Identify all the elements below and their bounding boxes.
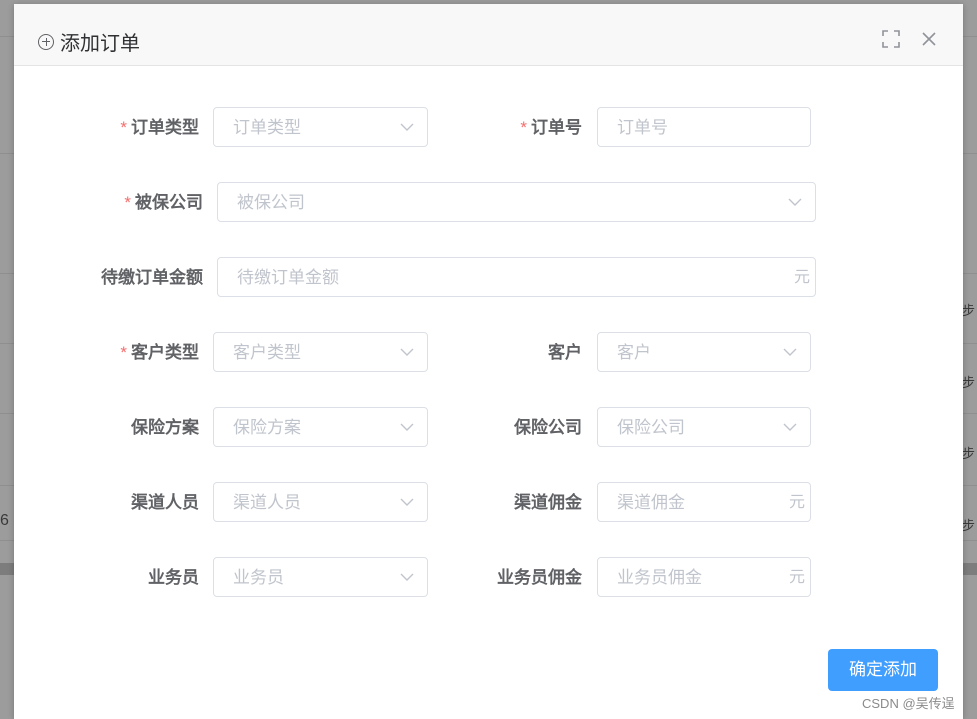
chevron-down-icon	[788, 198, 802, 206]
bg-cell-text: 6	[0, 512, 9, 529]
salesperson-commission-label: 业务员佣金	[497, 568, 582, 587]
pending-amount-label: 待缴订单金额	[101, 268, 203, 287]
pending-amount-input[interactable]: 待缴订单金额 元	[217, 257, 816, 297]
required-star: *	[520, 118, 527, 137]
customer-select[interactable]: 客户	[597, 332, 811, 372]
customer-type-label-text: 客户类型	[131, 343, 199, 362]
order-no-label: * 订单号	[520, 107, 582, 149]
required-star: *	[120, 343, 127, 362]
insurance-company-select[interactable]: 保险公司	[597, 407, 811, 447]
circle-plus-icon	[38, 33, 54, 50]
order-no-placeholder: 订单号	[617, 118, 668, 137]
chevron-down-icon	[400, 498, 414, 506]
order-type-select[interactable]: 订单类型	[213, 107, 428, 147]
dialog-title: 添加订单	[38, 27, 140, 56]
channel-person-placeholder: 渠道人员	[233, 493, 301, 512]
bg-cell-text: 步	[961, 303, 975, 318]
chevron-down-icon	[783, 423, 797, 431]
chevron-down-icon	[400, 423, 414, 431]
pending-amount-placeholder: 待缴订单金额	[237, 268, 339, 287]
chevron-down-icon	[400, 123, 414, 131]
customer-label: 客户	[548, 343, 582, 362]
channel-person-label: 渠道人员	[131, 493, 199, 512]
salesperson-placeholder: 业务员	[233, 568, 284, 587]
insurance-plan-select[interactable]: 保险方案	[213, 407, 428, 447]
insurance-company-label: 保险公司	[514, 418, 582, 437]
salesperson-select[interactable]: 业务员	[213, 557, 428, 597]
customer-type-label: * 客户类型	[120, 332, 199, 374]
fullscreen-icon[interactable]	[882, 30, 900, 48]
add-order-dialog: 添加订单 * 订单类型 订单类型 * 订单号 订单号 * 被保公司 被保公司 待缴订单…	[14, 4, 963, 719]
chevron-down-icon	[400, 348, 414, 356]
currency-suffix: 元	[793, 269, 810, 286]
watermark: CSDN @吴传逞	[862, 696, 955, 711]
insurance-company-placeholder: 保险公司	[617, 418, 685, 437]
order-type-placeholder: 订单类型	[233, 118, 301, 137]
insured-company-select[interactable]: 被保公司	[217, 182, 816, 222]
required-star: *	[124, 193, 131, 212]
channel-commission-placeholder: 渠道佣金	[617, 493, 685, 512]
insured-company-label-text: 被保公司	[135, 193, 203, 212]
order-type-label-text: 订单类型	[131, 118, 199, 137]
bg-cell-text: 步	[961, 518, 975, 533]
salesperson-label: 业务员	[148, 568, 199, 587]
close-icon[interactable]	[920, 30, 938, 48]
channel-person-select[interactable]: 渠道人员	[213, 482, 428, 522]
currency-suffix: 元	[788, 569, 805, 586]
salesperson-commission-input[interactable]: 业务员佣金 元	[597, 557, 811, 597]
order-no-input[interactable]: 订单号	[597, 107, 811, 147]
insured-company-label: * 被保公司	[124, 182, 203, 224]
customer-placeholder: 客户	[617, 343, 651, 362]
dialog-title-text: 添加订单	[60, 33, 140, 55]
customer-type-placeholder: 客户类型	[233, 343, 301, 362]
insured-company-placeholder: 被保公司	[237, 193, 305, 212]
bg-cell-text: 步	[961, 375, 975, 390]
salesperson-commission-placeholder: 业务员佣金	[617, 568, 702, 587]
chevron-down-icon	[400, 573, 414, 581]
bg-cell-text: 步	[961, 446, 975, 461]
customer-type-select[interactable]: 客户类型	[213, 332, 428, 372]
insurance-plan-placeholder: 保险方案	[233, 418, 301, 437]
confirm-add-button[interactable]: 确定添加	[828, 649, 938, 691]
order-type-label: * 订单类型	[120, 107, 199, 149]
channel-commission-input[interactable]: 渠道佣金 元	[597, 482, 811, 522]
currency-suffix: 元	[788, 494, 805, 511]
insurance-plan-label: 保险方案	[131, 418, 199, 437]
order-no-label-text: 订单号	[531, 118, 582, 137]
required-star: *	[120, 118, 127, 137]
dialog-header: 添加订单	[14, 4, 963, 66]
channel-commission-label: 渠道佣金	[514, 493, 582, 512]
chevron-down-icon	[783, 348, 797, 356]
